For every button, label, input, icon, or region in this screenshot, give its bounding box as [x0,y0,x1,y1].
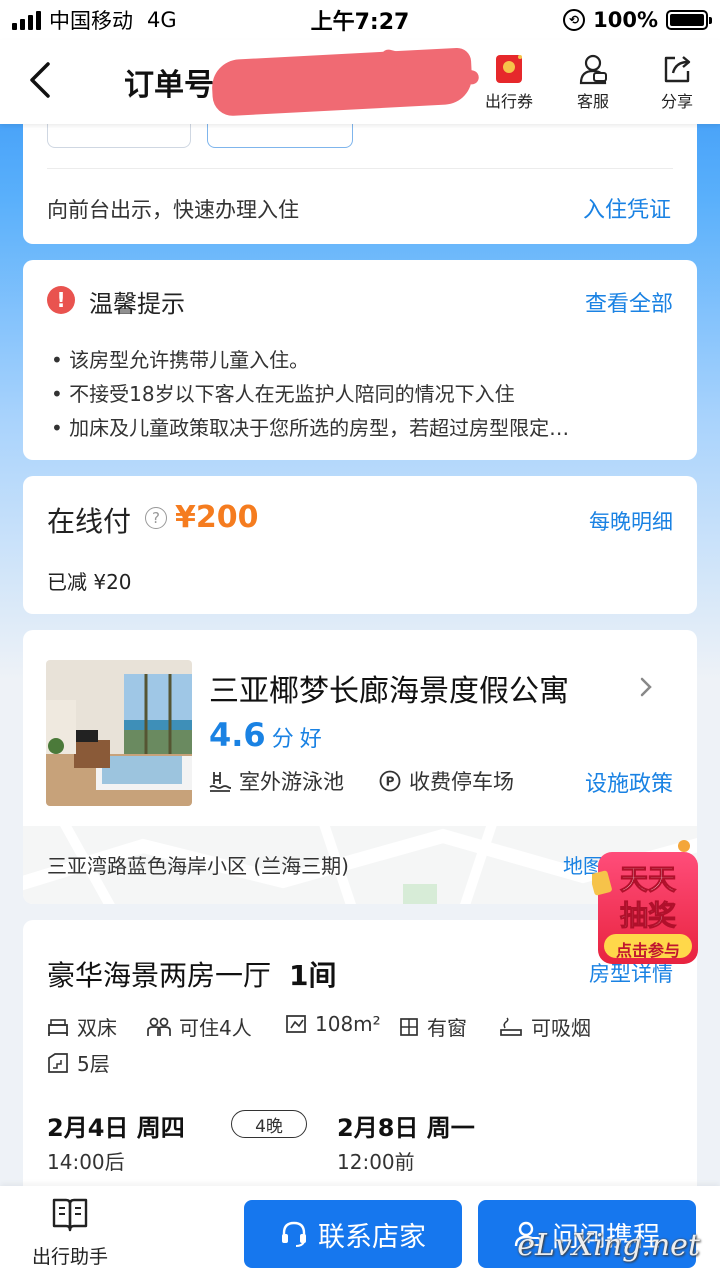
feature-floor-label: 5层 [77,1052,110,1076]
floor-icon [48,1052,68,1073]
svg-text:P: P [386,775,395,789]
back-arrow-icon [30,62,50,98]
people-icon [147,1017,171,1036]
lottery-cta: 点击参与 [615,941,680,960]
tip-item: • 不接受18岁以下客人在无监护人陪同的情况下入住 [51,382,515,406]
tips-title: 温馨提示 [89,290,185,318]
rating-word: 好 [299,727,322,752]
lottery-line2: 抽奖 [619,899,676,933]
status-bar: 中国移动 4G 上午7:27 ⟲ 100% [0,0,720,40]
card-button-outline-left[interactable] [47,124,191,148]
customer-service-icon [579,54,607,85]
red-envelope-icon [496,55,522,83]
feature-smoking: 可吸烟 [499,1012,591,1041]
travel-coupon-label: 出行券 [484,92,533,111]
discount-label: 已减 ¥20 [47,570,132,594]
contact-hotel-label: 联系店家 [318,1221,426,1253]
customer-service-button[interactable]: 客服 [558,50,628,112]
page-title: 订单号 [124,68,214,103]
watermark: eLvXing.net [517,1228,700,1263]
share-button[interactable]: 分享 [642,50,712,112]
room-count: 1间 [289,959,337,992]
feature-window: 有窗 [399,1012,467,1041]
redaction-mark [210,47,474,117]
alert-icon: ! [47,286,75,314]
amenity-parking-label: 收费停车场 [409,770,514,794]
bed-icon [48,1018,68,1036]
nightly-detail-link[interactable]: 每晚明细 [589,506,673,536]
checkout-time: 12:00前 [337,1150,415,1174]
checkin-time: 14:00后 [47,1150,125,1174]
share-label: 分享 [660,92,693,111]
feature-floor: 5层 [47,1048,110,1077]
lottery-line1: 天天 [619,863,676,897]
checkout-date: 2月8日 周一 [337,1114,475,1142]
travel-assistant-label: 出行助手 [31,1246,108,1268]
feature-occupancy-label: 可住4人 [179,1016,252,1040]
room-title: 豪华海景两房一厅 1间 [47,954,337,994]
smoking-icon [500,1016,522,1036]
share-icon [664,56,691,83]
parking-icon: P [379,770,401,792]
payment-card: 在线付 ? ¥200 每晚明细 已减 ¥20 [23,476,697,614]
feature-beds: 双床 [47,1012,117,1041]
room-name: 豪华海景两房一厅 [47,959,272,992]
help-icon[interactable]: ? [145,507,167,529]
chevron-right-icon[interactable] [639,676,653,698]
hotel-photo[interactable] [46,660,192,806]
tips-card: ! 温馨提示 查看全部 • 该房型允许携带儿童入住。 • 不接受18岁以下客人在… [23,260,697,460]
view-all-link[interactable]: 查看全部 [585,286,673,318]
amenity-parking: P 收费停车场 [379,766,514,796]
travel-assistant-button[interactable]: 出行助手 [18,1194,122,1269]
travel-coupon-button[interactable]: 出行券 [474,50,544,112]
divider [47,168,673,169]
feature-occupancy: 可住4人 [147,1012,252,1041]
hotel-address: 三亚湾路蓝色海岸小区 (兰海三期) [47,854,349,878]
tip-item: • 加床及儿童政策取决于您所选的房型，若超过房型限定… [51,416,570,440]
feature-beds-label: 双床 [77,1016,117,1040]
checkin-card: 向前台出示，快速办理入住 入住凭证 [23,110,697,244]
checkin-voucher-link[interactable]: 入住凭证 [583,192,671,224]
feature-window-label: 有窗 [427,1016,467,1040]
feature-area-label: 108m² [315,1012,381,1036]
battery-percent: 100% [593,8,658,32]
tip-item: • 该房型允许携带儿童入住。 [51,348,310,372]
amenity-pool: 室外游泳池 [209,766,344,796]
checkin-date: 2月4日 周四 [47,1114,185,1142]
feature-smoking-label: 可吸烟 [531,1016,591,1040]
nights-badge: 4晚 [231,1110,307,1138]
payment-label: 在线付 [47,505,132,538]
payment-amount: ¥200 [175,500,259,535]
hotel-name[interactable]: 三亚椰梦长廊海景度假公寓 [209,666,569,710]
daily-lottery-badge[interactable]: 天天 抽奖 点击参与 [592,838,704,968]
battery-icon [666,10,712,30]
card-button-outline-right[interactable] [207,124,353,148]
window-icon [400,1017,418,1036]
headset-icon [282,1221,306,1247]
nav-bar: 订单号 出行券 客服 分享 [0,40,720,124]
contact-hotel-button[interactable]: 联系店家 [244,1200,462,1268]
swimming-pool-icon [209,772,231,792]
checkin-hint: 向前台出示，快速办理入住 [47,198,299,222]
feature-area: 108m² [285,1012,381,1036]
amenity-pool-label: 室外游泳池 [239,770,344,794]
area-icon [286,1015,306,1033]
rotation-lock-icon: ⟲ [563,9,586,31]
facility-policy-link[interactable]: 设施政策 [585,766,673,798]
customer-service-label: 客服 [576,92,609,111]
rating-score: 4.6 [209,716,266,754]
back-button[interactable] [22,58,62,102]
hotel-rating: 4.6 分 好 [209,716,322,754]
book-icon [52,1198,88,1232]
rating-unit: 分 [271,727,294,752]
